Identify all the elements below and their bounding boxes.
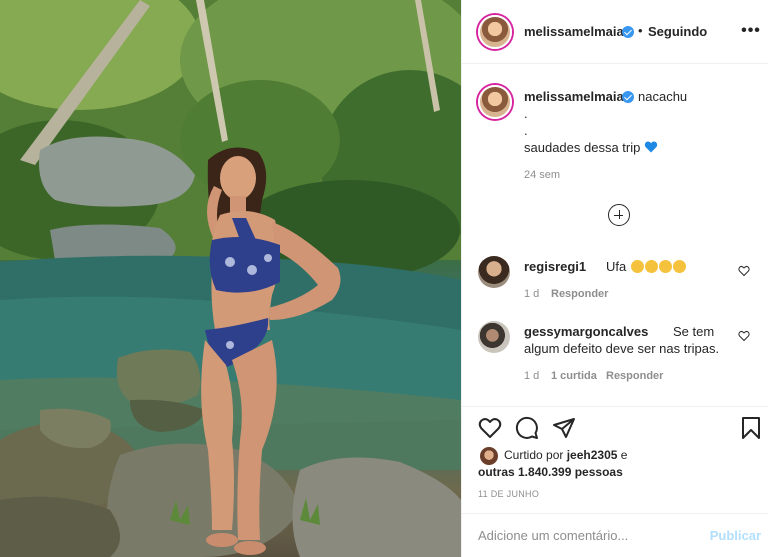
publish-button[interactable]: Publicar <box>710 528 761 543</box>
photo-illustration <box>0 0 461 557</box>
post-header: melissamelmaia • Seguindo ••• <box>462 0 768 64</box>
comment-text-line2: algum defeito deve ser nas tripas. <box>524 341 720 356</box>
share-send-icon[interactable] <box>552 416 576 440</box>
separator-dot: • <box>638 23 643 38</box>
author-avatar[interactable] <box>478 15 512 49</box>
caption-verified-badge-icon <box>622 91 634 103</box>
caption-avatar[interactable] <box>478 85 512 119</box>
caption-text-line1: nacachu <box>638 89 688 104</box>
instagram-post: melissamelmaia • Seguindo ••• melissamel… <box>0 0 768 557</box>
liked-by-avatar[interactable] <box>480 447 498 465</box>
post-date[interactable]: 11 DE JUNHO <box>478 489 539 499</box>
comment-age[interactable]: 1 d <box>524 370 539 382</box>
load-more-comments-icon[interactable] <box>608 204 630 226</box>
comment-like-heart-icon[interactable] <box>738 330 750 342</box>
comment-text: Ufa <box>606 259 686 274</box>
liked-by-others[interactable]: outras 1.840.399 pessoas <box>478 465 623 479</box>
comment-input[interactable] <box>478 528 698 543</box>
comment-avatar[interactable] <box>478 321 510 353</box>
comment-likes-count[interactable]: 1 curtida <box>551 370 597 382</box>
more-options-icon[interactable]: ••• <box>741 23 761 39</box>
heart-eyes-emoji <box>644 260 658 273</box>
liked-by-user[interactable]: jeeh2305 <box>567 448 618 462</box>
post-photo[interactable] <box>0 0 461 557</box>
caption-username[interactable]: melissamelmaia <box>524 89 624 104</box>
kissing-heart-emoji <box>672 260 686 273</box>
verified-badge-icon <box>622 26 634 38</box>
comment-bar: Publicar <box>462 513 768 557</box>
comment-bubble-icon[interactable] <box>515 416 539 440</box>
comment-like-heart-icon[interactable] <box>738 265 750 277</box>
author-username[interactable]: melissamelmaia <box>524 24 624 39</box>
caption-age[interactable]: 24 sem <box>524 169 560 181</box>
caption-text-line4: saudades dessa trip <box>524 140 658 155</box>
heart-eyes-emoji <box>630 260 644 273</box>
caption-text-line4-words: saudades dessa trip <box>524 140 641 155</box>
comment-reply-button[interactable]: Responder <box>551 288 608 300</box>
comment-text-words: Ufa <box>606 259 627 274</box>
comment-username[interactable]: gessymargoncalves <box>524 324 648 339</box>
liked-by-prefix: Curtido por <box>504 448 567 462</box>
like-heart-icon[interactable] <box>478 416 502 440</box>
blue-heart-icon <box>644 141 658 153</box>
comment-reply-button[interactable]: Responder <box>606 370 663 382</box>
liked-by-line1: Curtido por jeeh2305 e <box>504 448 627 463</box>
caption-text-line2: . <box>524 106 528 121</box>
liked-by-and: e <box>617 448 628 462</box>
following-button[interactable]: Seguindo <box>648 24 707 39</box>
comment-text-line1: Se tem <box>673 324 715 339</box>
post-side-panel: melissamelmaia • Seguindo ••• melissamel… <box>461 0 768 557</box>
caption-text-line3: . <box>524 123 528 138</box>
kissing-heart-emoji <box>658 260 672 273</box>
comment-avatar[interactable] <box>478 256 510 288</box>
comment-username[interactable]: regisregi1 <box>524 259 586 274</box>
save-bookmark-icon[interactable] <box>739 416 763 440</box>
liked-by-line2: outras 1.840.399 pessoas <box>478 465 623 480</box>
comment-age[interactable]: 1 d <box>524 288 539 300</box>
